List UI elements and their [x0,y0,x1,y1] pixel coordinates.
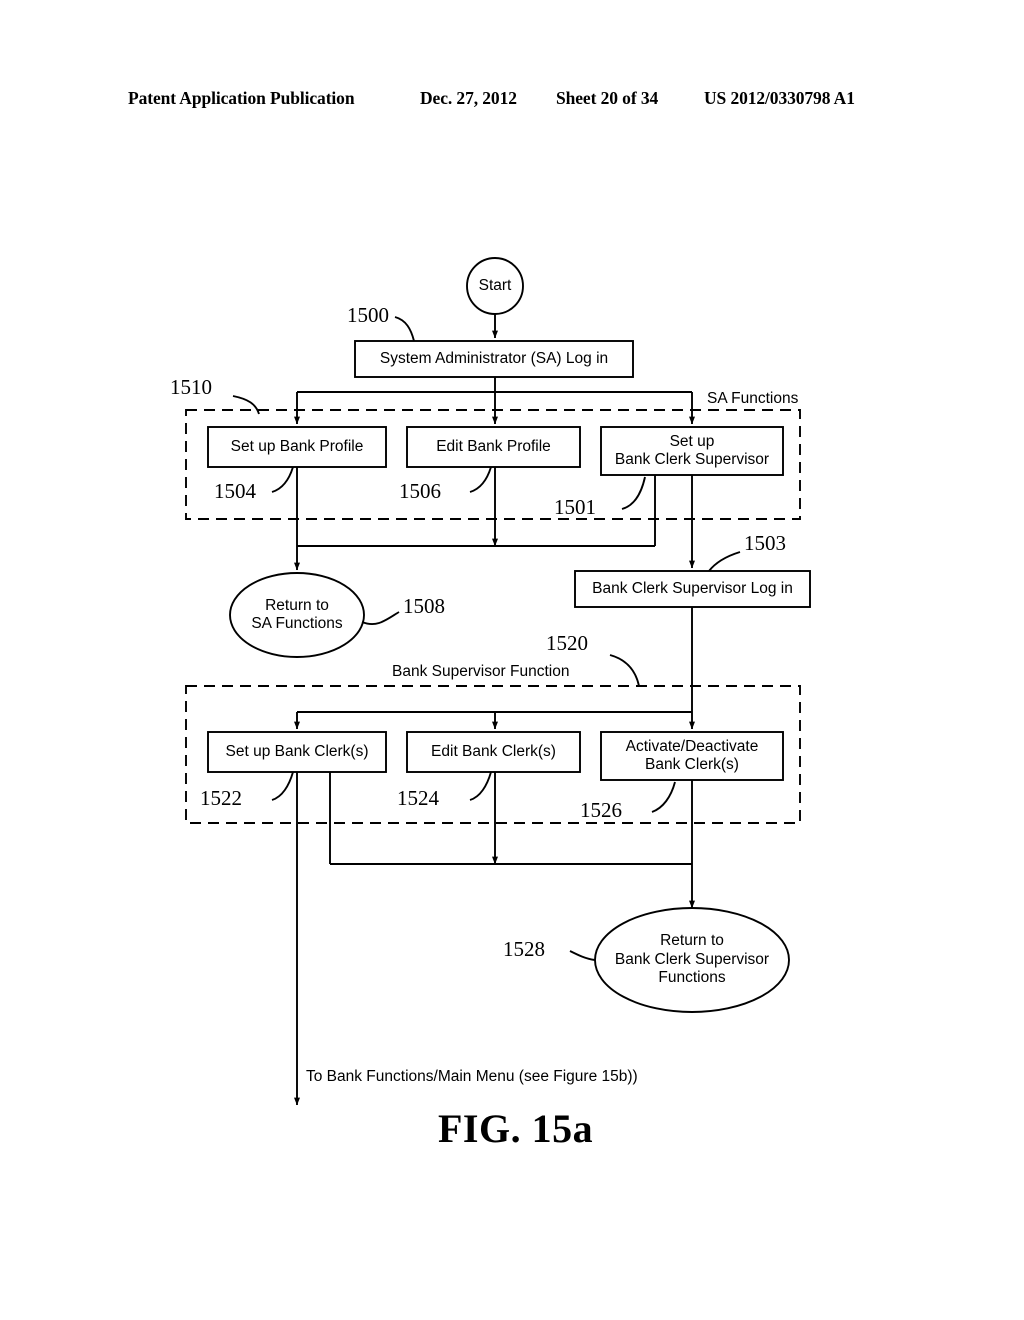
patent-figure-page: Patent Application Publication Dec. 27, … [0,0,1024,1320]
ref-numeral-1501: 1501 [554,495,596,519]
ref-numeral-1503: 1503 [744,531,786,555]
ref-numeral-1520: 1520 [546,631,588,655]
ref-numeral-1524: 1524 [397,786,439,810]
ref-numeral-1522: 1522 [200,786,242,810]
ref-numeral-1506: 1506 [399,479,441,503]
leader-1528 [569,950,596,961]
leader-1508 [361,611,400,626]
sa-functions-group-label: SA Functions [707,390,799,407]
leader-1501 [621,476,646,510]
activate-deactivate-bank-clerks-box-shape [600,731,784,781]
sa-login-box-shape [354,340,634,378]
figure-caption: FIG. 15a [438,1106,594,1151]
edit-bank-profile-box-shape [406,426,581,468]
leader-1522 [271,771,294,801]
ref-numeral-1508: 1508 [403,594,445,618]
leader-1504 [271,466,294,493]
leader-1526 [651,781,676,813]
leader-1510 [232,395,260,415]
leader-1520 [609,654,640,687]
ref-numeral-1528: 1528 [503,937,545,961]
bank-clerk-supervisor-login-box-shape [574,570,811,608]
ref-numeral-1504: 1504 [214,479,256,503]
leader-1524 [469,771,492,801]
edit-bank-clerks-box-shape [406,731,581,773]
setup-bank-clerks-box-shape [207,731,387,773]
leader-1506 [469,466,492,493]
exit-note-label: To Bank Functions/Main Menu (see Figure … [306,1068,638,1085]
ref-numeral-1526: 1526 [580,798,622,822]
start-node-shape [466,257,524,315]
setup-bank-clerk-supervisor-box-shape [600,426,784,476]
ref-numeral-1510: 1510 [170,375,212,399]
leader-1503 [708,551,741,572]
return-sa-functions-oval-shape [229,572,365,658]
setup-bank-profile-box-shape [207,426,387,468]
bank-supervisor-function-group-label: Bank Supervisor Function [392,663,570,680]
leader-1500 [394,316,415,342]
ref-numeral-1500: 1500 [347,303,389,327]
return-supervisor-functions-oval-shape [594,907,790,1013]
